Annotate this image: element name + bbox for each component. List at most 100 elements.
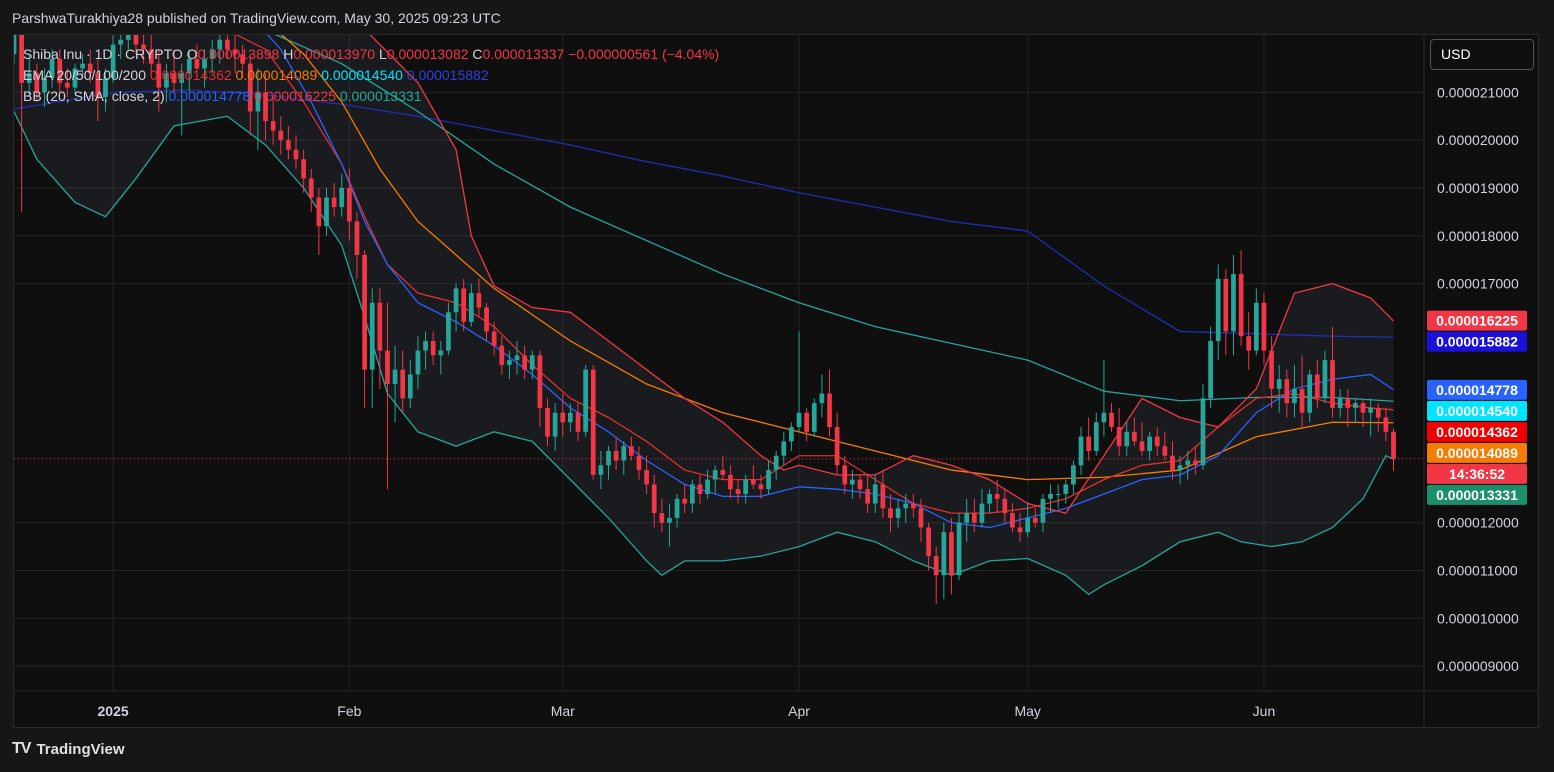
candle-body bbox=[789, 427, 794, 442]
candle-body bbox=[1040, 498, 1046, 523]
legend-bb-row[interactable]: BB (20, SMA, close, 2) 0.000014778 0.000… bbox=[23, 86, 719, 107]
candle-body bbox=[827, 393, 832, 428]
candle-body bbox=[392, 369, 398, 385]
y-tick-label: 0.000012000 bbox=[1437, 515, 1519, 531]
tradingview-logo-icon: TV bbox=[12, 740, 31, 757]
candle-body bbox=[880, 484, 886, 509]
candle-body bbox=[628, 446, 634, 456]
candle-body bbox=[1345, 398, 1351, 408]
candle-body bbox=[529, 355, 535, 370]
candle-body bbox=[1055, 493, 1061, 495]
candle-body bbox=[316, 197, 322, 227]
legend-ema-row[interactable]: EMA 20/50/100/200 0.000014362 0.00001408… bbox=[23, 65, 719, 86]
candle-body bbox=[339, 187, 345, 208]
candle-body bbox=[407, 374, 413, 399]
candle-body bbox=[552, 412, 558, 437]
candle-body bbox=[430, 340, 436, 356]
candle-body bbox=[994, 493, 1000, 499]
ohlc-values: O0.000013898 H0.000013970 L0.000013082 C… bbox=[187, 46, 569, 62]
y-tick-label: 0.000020000 bbox=[1437, 132, 1519, 148]
candle-body bbox=[750, 479, 756, 485]
candle-body bbox=[987, 493, 992, 504]
candle-body bbox=[1330, 360, 1335, 408]
candle-body bbox=[689, 484, 695, 504]
candle-body bbox=[728, 474, 733, 490]
candle-body bbox=[850, 479, 855, 485]
tradingview-footer[interactable]: TV TradingView bbox=[12, 740, 125, 758]
legend-symbol-row[interactable]: Shiba Inu · 1D · CRYPTO O0.000013898 H0.… bbox=[23, 44, 719, 65]
candle-body bbox=[636, 455, 642, 471]
ohlc-label-o: O bbox=[186, 46, 198, 62]
ema-label[interactable]: EMA 20/50/100/200 bbox=[23, 67, 146, 83]
candle-body bbox=[1307, 374, 1313, 413]
candle-body bbox=[842, 465, 848, 485]
candle-body bbox=[872, 484, 878, 504]
candle-body bbox=[720, 470, 726, 475]
candle-body bbox=[568, 412, 573, 423]
candle-body bbox=[1185, 460, 1191, 466]
candle-body bbox=[910, 503, 916, 509]
x-tick-label: Feb bbox=[337, 703, 361, 719]
candle-body bbox=[1132, 431, 1137, 442]
candle-body bbox=[560, 412, 566, 423]
candle-body bbox=[1360, 403, 1366, 413]
candle-body bbox=[773, 455, 779, 471]
candle-body bbox=[674, 498, 680, 518]
candle-body bbox=[362, 254, 367, 370]
candle-body bbox=[1139, 441, 1145, 451]
ohlc-value-h: 0.000013970 bbox=[293, 46, 376, 62]
candle-body bbox=[1284, 379, 1290, 404]
candle-body bbox=[1253, 302, 1259, 351]
candle-body bbox=[1200, 398, 1206, 466]
ema100-value: 0.000014540 bbox=[321, 67, 403, 83]
candle-body bbox=[1002, 498, 1008, 514]
candle-body bbox=[781, 441, 787, 456]
candle-body bbox=[1154, 436, 1160, 447]
candle-body bbox=[705, 479, 710, 494]
ohlc-value-c: 0.000013337 bbox=[482, 46, 565, 62]
price-label-text: 0.000013331 bbox=[1436, 487, 1518, 503]
candle-body bbox=[1078, 436, 1084, 466]
candle-body bbox=[476, 293, 482, 308]
candle-body bbox=[888, 508, 893, 518]
candle-body bbox=[1208, 340, 1213, 399]
y-tick-label: 0.000019000 bbox=[1437, 180, 1519, 196]
price-label-text: 0.000015882 bbox=[1436, 334, 1518, 350]
x-tick-label: Jun bbox=[1253, 703, 1276, 719]
candle-body bbox=[1032, 517, 1038, 523]
candle-body bbox=[659, 513, 665, 523]
price-chart[interactable]: 0.000021000 0.000020000 0.000019000 0.00001… bbox=[0, 0, 1554, 772]
bb-upper-value: 0.000016225 bbox=[254, 88, 336, 104]
candle-body bbox=[1246, 336, 1252, 351]
candle-body bbox=[1109, 412, 1114, 428]
candle-body bbox=[1192, 460, 1198, 466]
candle-body bbox=[865, 489, 870, 504]
candle-body bbox=[895, 508, 901, 518]
candle-body bbox=[964, 513, 970, 523]
candle-body bbox=[346, 187, 352, 222]
series-line-ema-200 bbox=[14, 89, 1394, 338]
candle-body bbox=[286, 140, 291, 150]
candle-body bbox=[1375, 407, 1381, 418]
y-tick-label: 0.000010000 bbox=[1437, 610, 1519, 626]
symbol-label[interactable]: Shiba Inu · 1D · CRYPTO bbox=[23, 46, 183, 62]
candle-body bbox=[1063, 484, 1069, 494]
change-value: −0.000000561 (−4.04%) bbox=[568, 46, 720, 62]
candle-body bbox=[1391, 431, 1396, 459]
y-tick-label: 0.000011000 bbox=[1437, 562, 1518, 578]
candle-body bbox=[1010, 513, 1015, 528]
candle-body bbox=[308, 178, 314, 198]
candle-body bbox=[293, 149, 299, 160]
currency-selector[interactable]: USD bbox=[1430, 39, 1534, 70]
candle-body bbox=[499, 345, 505, 365]
candle-body bbox=[834, 427, 840, 466]
candle-body bbox=[1368, 407, 1374, 413]
y-tick-label: 0.000018000 bbox=[1437, 228, 1519, 244]
candle-body bbox=[14, 35, 17, 55]
bb-label[interactable]: BB (20, SMA, close, 2) bbox=[23, 88, 165, 104]
ohlc-value-l: 0.000013082 bbox=[386, 46, 469, 62]
candle-body bbox=[1238, 274, 1244, 337]
candle-body bbox=[446, 312, 451, 351]
candle-body bbox=[507, 360, 512, 365]
candle-body bbox=[125, 35, 131, 40]
